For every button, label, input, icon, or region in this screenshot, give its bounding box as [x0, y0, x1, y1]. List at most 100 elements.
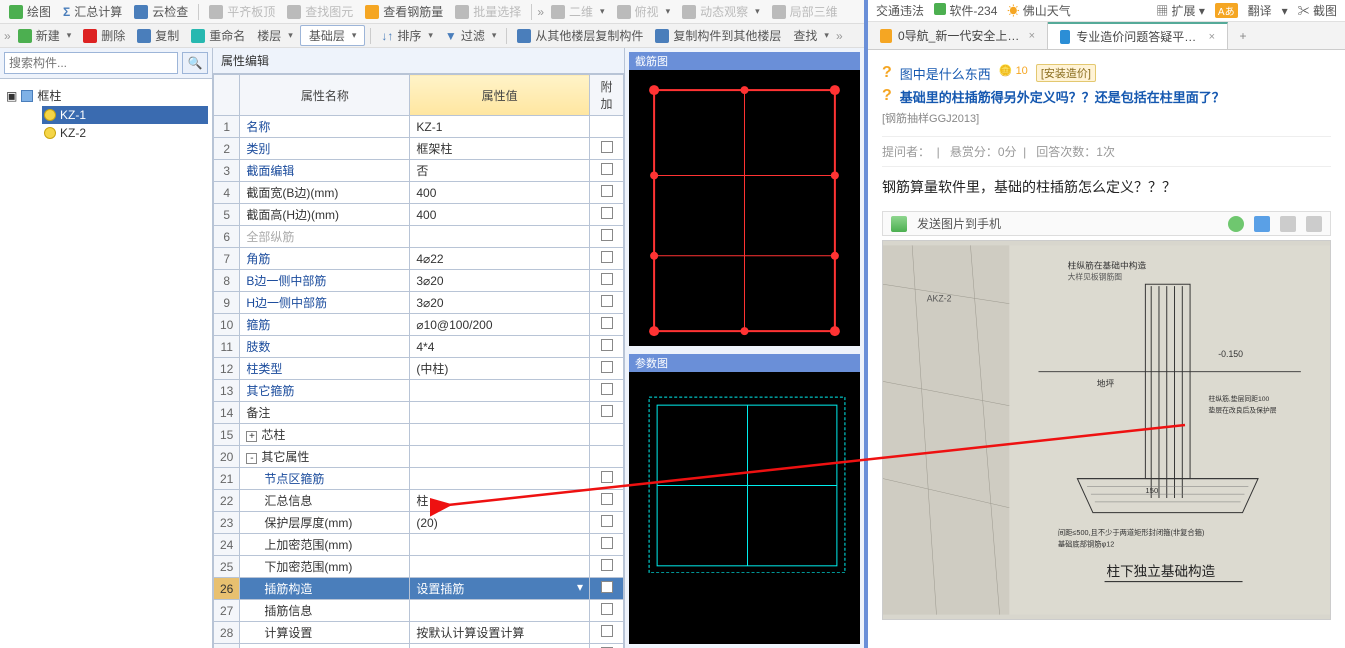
checkbox[interactable]: [601, 559, 613, 571]
browser-tab-active[interactable]: 专业造价问题答疑平台-广联达服×: [1048, 22, 1228, 49]
checkbox[interactable]: [601, 317, 613, 329]
bookmark-item[interactable]: 交通违法: [876, 2, 924, 19]
checkbox[interactable]: [601, 603, 613, 615]
property-row[interactable]: 11肢数4*4: [214, 336, 624, 358]
bookmark-item[interactable]: ☀ 佛山天气: [1007, 2, 1070, 19]
property-row[interactable]: 25下加密范围(mm): [214, 556, 624, 578]
expand-icon[interactable]: [1254, 216, 1270, 232]
checkbox[interactable]: [601, 163, 613, 175]
layer-select[interactable]: 基础层: [300, 25, 366, 46]
new-tab-button[interactable]: +: [1228, 22, 1258, 49]
draw-button[interactable]: 绘图: [4, 1, 56, 22]
related-question[interactable]: ? 图中是什么东西 🪙 10 [安装造价]: [882, 64, 1331, 83]
checkbox[interactable]: [601, 339, 613, 351]
property-row[interactable]: 4截面宽(B边)(mm)400: [214, 182, 624, 204]
find-element-button[interactable]: 查找图元: [282, 1, 358, 22]
search-input[interactable]: [4, 52, 178, 74]
ext-button[interactable]: ▦ 扩展 ▾: [1156, 2, 1205, 19]
property-row[interactable]: 27插筋信息: [214, 600, 624, 622]
component-tree[interactable]: ▣框柱 KZ-1 KZ-2: [0, 79, 212, 648]
property-row[interactable]: 15+芯柱: [214, 424, 624, 446]
property-row[interactable]: 6全部纵筋: [214, 226, 624, 248]
checkbox[interactable]: [601, 273, 613, 285]
find-button[interactable]: 查找: [788, 25, 834, 46]
checkbox[interactable]: [601, 405, 613, 417]
local-3d-button[interactable]: 局部三维: [767, 1, 843, 22]
checkbox[interactable]: [601, 625, 613, 637]
property-row[interactable]: 1名称KZ-1: [214, 116, 624, 138]
copy-from-floor-button[interactable]: 从其他楼层复制构件: [512, 25, 648, 46]
send-to-phone-button[interactable]: 发送图片到手机: [917, 215, 1001, 232]
translate-button[interactable]: Aあ: [1215, 3, 1238, 18]
checkbox[interactable]: [601, 295, 613, 307]
tree-item-kz1[interactable]: KZ-1: [42, 106, 208, 124]
copy-to-floor-button[interactable]: 复制构件到其他楼层: [650, 25, 786, 46]
dynamic-view-button[interactable]: 动态观察: [677, 1, 765, 22]
close-icon[interactable]: ×: [1209, 31, 1215, 43]
sum-button[interactable]: Σ汇总计算: [58, 1, 127, 22]
checkbox[interactable]: [601, 493, 613, 505]
tree-root[interactable]: ▣框柱: [4, 85, 208, 106]
question-title[interactable]: 基础里的柱插筋得另外定义吗？？还是包括在柱里面了？: [900, 87, 1225, 106]
property-row[interactable]: 5截面高(H边)(mm)400: [214, 204, 624, 226]
cloud-save-icon[interactable]: [1228, 216, 1244, 232]
checkbox[interactable]: [601, 537, 613, 549]
property-row[interactable]: 9H边一侧中部筋3⌀20: [214, 292, 624, 314]
property-row[interactable]: 20-其它属性: [214, 446, 624, 468]
checkbox[interactable]: [601, 383, 613, 395]
translate-label[interactable]: 翻译: [1248, 2, 1272, 19]
property-row[interactable]: 13其它箍筋: [214, 380, 624, 402]
sort-button[interactable]: ↓↑排序: [376, 25, 438, 46]
property-row[interactable]: 24上加密范围(mm): [214, 534, 624, 556]
property-row[interactable]: 26插筋构造设置插筋▾: [214, 578, 624, 600]
bookmark-item[interactable]: 软件-234: [934, 2, 997, 19]
viewport-param[interactable]: 参数图: [629, 354, 860, 644]
tree-item-kz2[interactable]: KZ-2: [42, 124, 208, 142]
checkbox[interactable]: [601, 185, 613, 197]
col-name[interactable]: 属性名称: [240, 75, 410, 116]
copy-button[interactable]: 复制: [132, 25, 184, 46]
property-row[interactable]: 21节点区箍筋: [214, 468, 624, 490]
next-icon[interactable]: [1306, 216, 1322, 232]
col-extra[interactable]: 附加: [590, 75, 624, 116]
view-2d-button[interactable]: 二维: [546, 1, 610, 22]
prev-icon[interactable]: [1280, 216, 1296, 232]
screenshot-button[interactable]: ✂ 截图: [1298, 2, 1337, 19]
rename-button[interactable]: 重命名: [186, 25, 250, 46]
property-row[interactable]: 22汇总信息柱: [214, 490, 624, 512]
checkbox[interactable]: [601, 141, 613, 153]
property-row[interactable]: 23保护层厚度(mm)(20): [214, 512, 624, 534]
floor-dropdown[interactable]: 楼层: [252, 25, 298, 46]
col-value[interactable]: 属性值: [410, 75, 590, 116]
viewport-section[interactable]: 截筋图: [629, 52, 860, 346]
view-rebar-button[interactable]: 查看钢筋量: [360, 1, 448, 22]
question-subtag[interactable]: [钢筋抽样GGJ2013]: [882, 110, 1331, 126]
view-top-button[interactable]: 俯视: [612, 1, 676, 22]
property-grid[interactable]: 属性名称 属性值 附加 1名称KZ-12类别框架柱3截面编辑否4截面宽(B边)(…: [213, 74, 624, 648]
checkbox[interactable]: [601, 581, 613, 593]
checkbox[interactable]: [601, 361, 613, 373]
cloud-check-button[interactable]: 云检查: [129, 1, 193, 22]
checkbox[interactable]: [601, 515, 613, 527]
property-row[interactable]: 28计算设置按默认计算设置计算: [214, 622, 624, 644]
batch-select-button[interactable]: 批量选择: [450, 1, 526, 22]
checkbox[interactable]: [601, 207, 613, 219]
checkbox[interactable]: [601, 229, 613, 241]
property-row[interactable]: 7角筋4⌀22: [214, 248, 624, 270]
attached-photo[interactable]: AKZ-2 柱纵筋在基础中构造 大样见板钢筋图 -0.150 地坪: [882, 240, 1331, 620]
property-row[interactable]: 14备注: [214, 402, 624, 424]
property-row[interactable]: 12柱类型(中柱): [214, 358, 624, 380]
checkbox[interactable]: [601, 471, 613, 483]
filter-button[interactable]: ▼过滤: [440, 25, 501, 46]
property-row[interactable]: 29节点设置按默认节点设置计算: [214, 644, 624, 648]
close-icon[interactable]: ×: [1029, 30, 1035, 42]
property-row[interactable]: 10箍筋⌀10@100/200: [214, 314, 624, 336]
browser-tab[interactable]: 0导航_新一代安全上网导航×: [868, 22, 1048, 49]
search-button[interactable]: 🔍: [182, 52, 208, 74]
flat-top-button[interactable]: 平齐板顶: [204, 1, 280, 22]
property-row[interactable]: 3截面编辑否: [214, 160, 624, 182]
delete-button[interactable]: 删除: [78, 25, 130, 46]
checkbox[interactable]: [601, 251, 613, 263]
new-button[interactable]: 新建: [13, 25, 77, 46]
property-row[interactable]: 8B边一侧中部筋3⌀20: [214, 270, 624, 292]
